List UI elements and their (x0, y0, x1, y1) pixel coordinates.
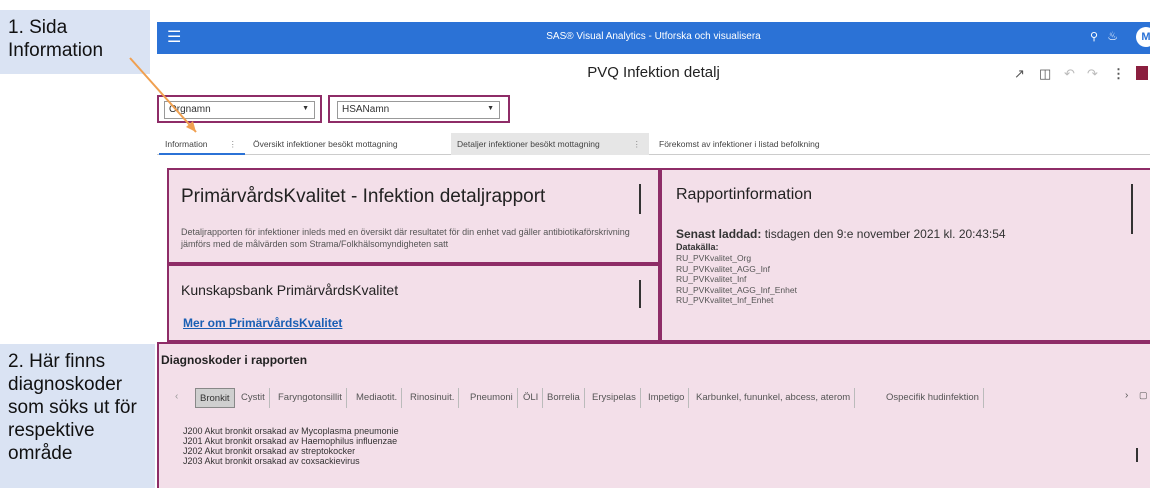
sas-report-window: ☰ SAS® Visual Analytics - Utforska och v… (157, 22, 1150, 488)
tab-list-icon[interactable]: ▢ (1139, 390, 1148, 401)
undo-icon[interactable]: ↶ (1064, 66, 1075, 82)
diag-tab-cystit[interactable]: Cystit (237, 388, 270, 408)
redo-icon[interactable]: ↷ (1087, 66, 1098, 82)
diag-tab-rinosinuit[interactable]: Rinosinuit. (406, 388, 460, 408)
list-item: RU_PVKvalitet_Inf_Enhet (676, 295, 774, 305)
tab-forekomst[interactable]: Förekomst av infektioner i listad befolk… (653, 133, 953, 155)
last-loaded: Senast laddad: tisdagen den 9:e november… (676, 227, 1006, 241)
report-tabs: Information ⋮ Översikt infektioner besök… (157, 133, 1150, 155)
diag-tab-bronkit[interactable]: Bronkit (195, 388, 235, 408)
app-title: SAS® Visual Analytics - Utforska och vis… (546, 31, 761, 42)
notification-bell-icon[interactable]: ♨ (1107, 29, 1118, 43)
callout-information: 1. Sida Information (0, 10, 150, 74)
list-item: RU_PVKvalitet_Inf (676, 274, 747, 284)
panel-divider (1131, 184, 1133, 234)
title-panel: PrimärvårdsKvalitet - Infektion detaljra… (167, 168, 660, 264)
list-item: J200 Akut bronkit orsakad av Mycoplasma … (183, 426, 399, 436)
chevron-down-icon: ▼ (487, 105, 494, 112)
tab-menu-icon[interactable]: ⋮ (633, 133, 642, 155)
diag-tab-pneumoni[interactable]: Pneumoni (466, 388, 518, 408)
last-loaded-label: Senast laddad: (676, 227, 762, 241)
main-description: Detaljrapporten för infektioner inleds m… (181, 227, 630, 249)
panel-toggle-icon[interactable]: ◫ (1039, 66, 1051, 82)
report-flag-icon[interactable] (1136, 66, 1148, 80)
tab-detaljer[interactable]: Detaljer infektioner besökt mottagning ⋮ (451, 133, 649, 155)
diag-tab-ospecifik[interactable]: Ospecifik hudinfektion (882, 388, 984, 408)
list-item: RU_PVKvalitet_Org (676, 253, 752, 263)
diagnos-code-list: J200 Akut bronkit orsakad av Mycoplasma … (183, 426, 399, 464)
more-options-icon[interactable]: ⋮ (1112, 66, 1125, 82)
tab-menu-icon[interactable]: ⋮ (229, 133, 238, 155)
diag-tab-erysipelas[interactable]: Erysipelas (588, 388, 641, 408)
knowledge-panel: Kunskapsbank PrimärvårdsKvalitet Mer om … (167, 264, 660, 342)
org-dropdown-label: Orgnamn (169, 104, 211, 115)
report-title: PVQ Infektion detalj (587, 64, 720, 81)
diagnos-panel: Diagnoskoder i rapporten ‹ Bronkit Cysti… (157, 342, 1150, 488)
report-info-panel: Rapportinformation Senast laddad: tisdag… (660, 168, 1150, 342)
org-dropdown[interactable]: Orgnamn ▼ (164, 101, 315, 119)
hsa-filter-highlight: HSANamn ▼ (328, 95, 510, 123)
top-bar: ☰ SAS® Visual Analytics - Utforska och v… (157, 22, 1150, 54)
expand-icon[interactable]: ↗ (1014, 66, 1025, 82)
tab-label: Detaljer infektioner besökt mottagning (457, 139, 600, 149)
knowledge-heading: Kunskapsbank PrimärvårdsKvalitet (181, 282, 399, 298)
list-item: RU_PVKvalitet_AGG_Inf_Enhet (676, 284, 797, 295)
report-info-heading: Rapportinformation (676, 186, 813, 203)
hsa-dropdown[interactable]: HSANamn ▼ (337, 101, 500, 119)
tab-information[interactable]: Information ⋮ (159, 133, 245, 155)
chevron-left-icon[interactable]: ‹ (175, 391, 178, 402)
data-source-label: Datakälla: (676, 242, 719, 252)
search-icon[interactable]: ⚲ (1090, 30, 1098, 43)
user-avatar[interactable]: M (1136, 27, 1150, 47)
diag-tab-borrelia[interactable]: Borrelia (543, 388, 585, 408)
list-item: J202 Akut bronkit orsakad av streptokock… (183, 446, 356, 456)
main-heading: PrimärvårdsKvalitet - Infektion detaljra… (181, 186, 546, 207)
panel-divider (639, 184, 641, 214)
diagnos-heading: Diagnoskoder i rapporten (161, 353, 308, 367)
diag-tab-karbunkel[interactable]: Karbunkel, fununkel, abcess, aterom (692, 388, 856, 408)
org-filter-highlight: Orgnamn ▼ (157, 95, 322, 123)
hsa-dropdown-label: HSANamn (342, 104, 390, 115)
diag-tab-oli[interactable]: ÖLI (519, 388, 544, 408)
list-item: J203 Akut bronkit orsakad av coxsackievi… (183, 456, 360, 464)
list-item: J201 Akut bronkit orsakad av Haemophilus… (183, 436, 398, 446)
panel-divider (639, 280, 641, 308)
diag-tab-impetigo[interactable]: Impetigo (644, 388, 690, 408)
diag-tab-faryngotonsillit[interactable]: Faryngotonsillit (274, 388, 347, 408)
callout-diagnoskoder: 2. Här finns diagnoskoder som söks ut fö… (0, 344, 155, 488)
tab-label: Översikt infektioner besökt mottagning (253, 139, 398, 149)
chevron-right-icon[interactable]: › (1125, 390, 1128, 401)
tab-label: Förekomst av infektioner i listad befolk… (659, 139, 820, 149)
knowledge-link[interactable]: Mer om PrimärvårdsKvalitet (183, 316, 342, 330)
list-item: RU_PVKvalitet_AGG_Inf (676, 263, 771, 274)
tab-label: Information (165, 139, 208, 149)
tab-oversikt[interactable]: Översikt infektioner besökt mottagning (247, 133, 447, 155)
last-loaded-value: tisdagen den 9:e november 2021 kl. 20:43… (764, 227, 1006, 241)
chevron-down-icon: ▼ (302, 105, 309, 112)
diag-tab-mediaotit[interactable]: Mediaotit. (352, 388, 403, 408)
data-source-list: RU_PVKvalitet_Org RU_PVKvalitet_AGG_Inf … (676, 253, 797, 306)
scroll-indicator (1136, 448, 1138, 462)
